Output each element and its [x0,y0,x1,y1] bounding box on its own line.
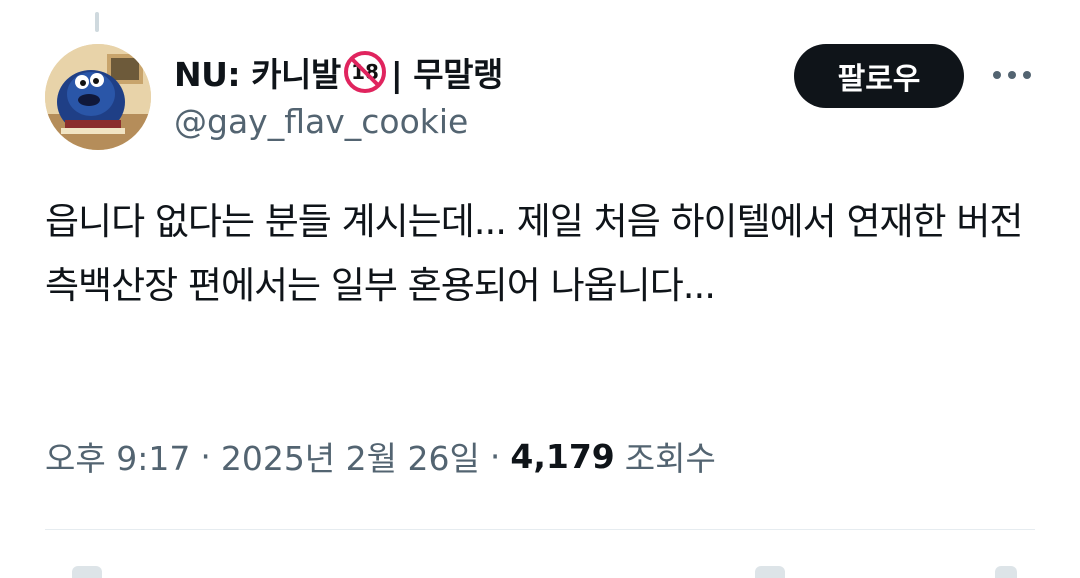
share-icon[interactable] [995,566,1017,578]
tweet-meta: 오후 9:17 · 2025년 2월 26일 · 4,179 조회수 [45,432,716,480]
thread-connector-line [95,12,99,32]
tweet-text: 읍니다 없다는 분들 계시는데... 제일 처음 하이텔에서 연재한 버전 측백… [45,200,1023,307]
tweet-date[interactable]: 2025년 2월 26일 [221,432,480,480]
meta-separator: · [489,436,501,476]
age-restriction-18-icon: 18 [343,51,386,93]
avatar[interactable] [45,44,151,150]
author-handle[interactable]: @gay_flav_cookie [174,102,468,141]
view-count[interactable]: 4,179 [510,437,614,476]
meta-separator: · [200,436,211,476]
divider [45,529,1035,530]
follow-button[interactable]: 팔로우 [794,44,964,108]
reply-icon[interactable] [72,566,102,578]
view-count-label[interactable]: 조회수 [625,432,716,480]
author-display-name-suffix[interactable]: | 무말랭 [391,48,504,96]
more-horizontal-icon [993,71,1031,79]
more-options-button[interactable] [989,60,1035,90]
bookmark-icon[interactable] [755,566,785,578]
cookie-monster-avatar-image [45,44,151,150]
author-name-row[interactable]: NU: 카니발 18 | 무말랭 [174,50,503,94]
author-display-name[interactable]: NU: 카니발 [174,48,341,96]
tweet-time[interactable]: 오후 9:17 [45,432,190,480]
